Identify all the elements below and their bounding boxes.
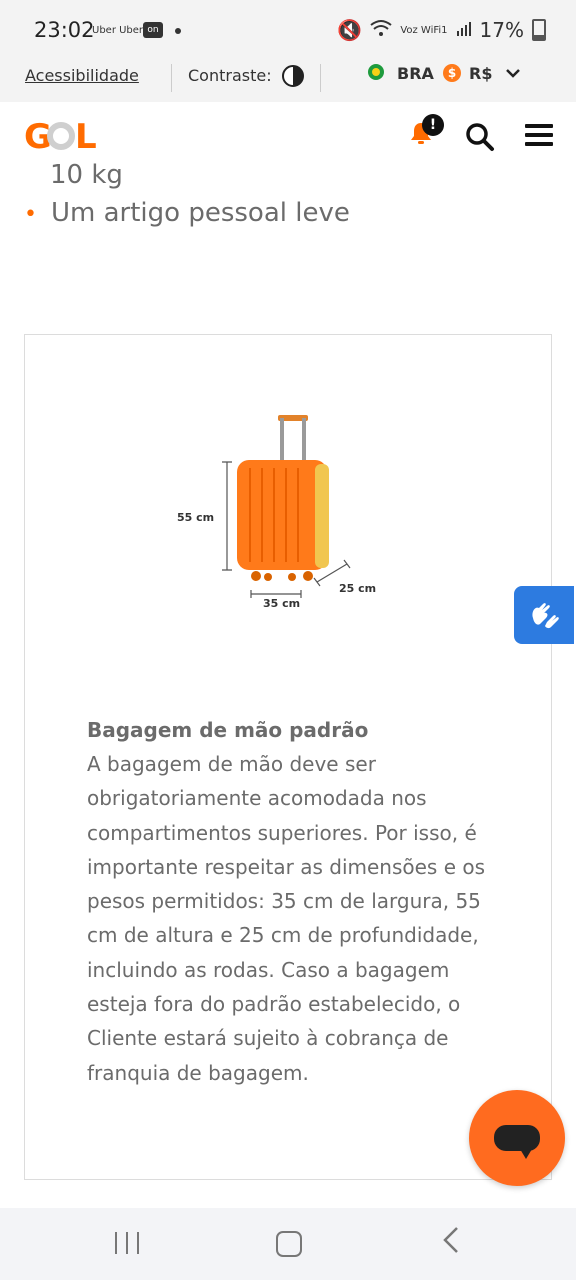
status-apps: Uber Uber bbox=[92, 25, 144, 36]
weight-text: 10 kg bbox=[50, 160, 123, 190]
gol-logo[interactable]: G L bbox=[24, 117, 102, 163]
bullet-icon: • bbox=[24, 202, 37, 227]
svg-text:G: G bbox=[24, 118, 51, 154]
list-item-text: Um artigo pessoal leve bbox=[50, 198, 350, 228]
home-icon[interactable] bbox=[276, 1231, 302, 1257]
wifi-icon bbox=[370, 18, 392, 42]
width-dimension-label: 35 cm bbox=[263, 597, 301, 610]
sign-language-hands-icon bbox=[532, 603, 559, 629]
search-icon[interactable] bbox=[465, 122, 495, 156]
chat-button[interactable] bbox=[469, 1090, 565, 1186]
currency-selector[interactable]: R$ bbox=[469, 64, 492, 83]
status-dot-icon bbox=[175, 28, 181, 34]
contrast-label: Contraste: bbox=[188, 66, 272, 85]
notification-badge: ! bbox=[422, 114, 444, 136]
status-wifi-calling: Voz WiFi1 bbox=[400, 24, 448, 36]
divider bbox=[171, 64, 172, 92]
back-icon[interactable] bbox=[442, 1226, 460, 1261]
list-item: • Um artigo pessoal leve bbox=[24, 198, 350, 228]
accessibility-link[interactable]: Acessibilidade bbox=[25, 66, 139, 85]
brazil-flag-icon[interactable] bbox=[368, 64, 384, 80]
height-dimension-label: 55 cm bbox=[177, 511, 215, 524]
svg-text:L: L bbox=[75, 118, 96, 154]
signal-icon bbox=[456, 18, 472, 42]
status-right: 🔇 Voz WiFi1 17% bbox=[337, 18, 546, 42]
currency-coin-icon[interactable]: $ bbox=[443, 64, 461, 82]
luggage-card: 55 cm 35 cm 25 cm Bagagem de mão padrão … bbox=[24, 334, 552, 1180]
status-app-icon: on bbox=[143, 22, 163, 38]
battery-percent: 17% bbox=[479, 18, 524, 42]
luggage-illustration: 55 cm 35 cm 25 cm bbox=[175, 410, 405, 620]
card-description: A bagagem de mão deve ser obrigatoriamen… bbox=[87, 752, 486, 1085]
recent-apps-icon[interactable] bbox=[115, 1232, 139, 1254]
system-nav-bar bbox=[0, 1208, 576, 1280]
libras-accessibility-button[interactable] bbox=[514, 586, 574, 644]
card-title: Bagagem de mão padrão bbox=[87, 718, 369, 742]
battery-icon bbox=[532, 19, 546, 41]
hamburger-menu-icon[interactable] bbox=[525, 124, 553, 151]
utility-bar: Acessibilidade Contraste: BRA $ R$ bbox=[0, 58, 576, 102]
divider bbox=[320, 64, 321, 92]
depth-dimension-label: 25 cm bbox=[339, 582, 377, 595]
status-bar: 23:02 Uber Uber on 🔇 Voz WiFi1 17% bbox=[0, 0, 576, 58]
chevron-down-icon[interactable] bbox=[506, 66, 520, 82]
chat-bubble-icon bbox=[494, 1125, 540, 1159]
status-time: 23:02 bbox=[34, 18, 95, 42]
contrast-toggle-icon[interactable] bbox=[282, 65, 304, 87]
country-selector[interactable]: BRA bbox=[397, 64, 434, 83]
mute-icon: 🔇 bbox=[337, 18, 363, 42]
